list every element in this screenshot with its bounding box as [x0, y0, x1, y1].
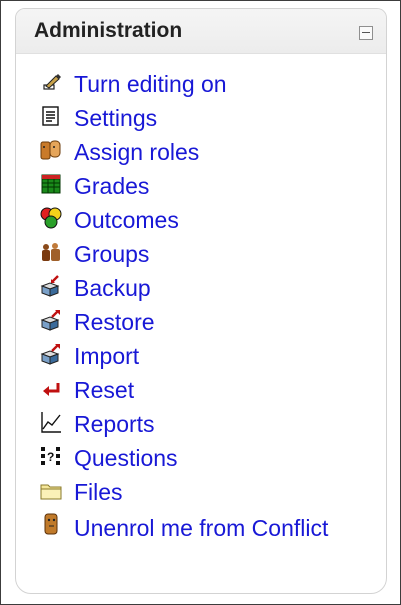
- menu-item-import[interactable]: Import: [16, 339, 386, 373]
- menu-item-backup[interactable]: Backup: [16, 271, 386, 305]
- menu-item-grades[interactable]: Grades: [16, 169, 386, 203]
- unenrol-person-icon: [44, 513, 58, 535]
- administration-block: Administration Turn editing on Settings: [15, 8, 387, 594]
- settings-document-icon: [42, 106, 59, 126]
- menu-item-files[interactable]: Files: [16, 475, 386, 509]
- edit-pencil-icon: [43, 74, 61, 90]
- menu-item-label: Turn editing on: [74, 71, 227, 97]
- reports-graph-icon: [41, 412, 61, 433]
- restore-box-icon: [40, 310, 60, 331]
- menu-item-label: Settings: [74, 105, 158, 131]
- menu-item-turn-editing-on[interactable]: Turn editing on: [16, 67, 386, 101]
- questions-icon: ?: [41, 447, 60, 465]
- import-box-icon: [40, 344, 60, 365]
- menu-item-label: Groups: [74, 241, 150, 267]
- folder-icon: [40, 484, 62, 500]
- menu-item-reset[interactable]: Reset: [16, 373, 386, 407]
- block-header: Administration: [16, 9, 386, 54]
- menu-item-settings[interactable]: Settings: [16, 101, 386, 135]
- assign-roles-icon: [40, 140, 61, 160]
- menu-item-label: Assign roles: [74, 139, 200, 165]
- grades-grid-icon: [41, 174, 61, 194]
- menu-item-outcomes[interactable]: Outcomes: [16, 203, 386, 237]
- backup-box-icon: [40, 275, 60, 297]
- menu-item-reports[interactable]: Reports: [16, 407, 386, 441]
- menu-item-label: Grades: [74, 173, 150, 199]
- menu-item-questions[interactable]: ? Questions: [16, 441, 386, 475]
- menu-item-label: Files: [74, 479, 123, 505]
- svg-text:?: ?: [47, 450, 54, 464]
- menu-item-label: Import: [74, 343, 140, 369]
- menu-item-label: Backup: [74, 275, 151, 301]
- minus-box-icon[interactable]: [359, 26, 373, 40]
- menu-item-label: Questions: [74, 445, 178, 471]
- menu-item-label: Reset: [74, 377, 135, 403]
- outcomes-circles-icon: [40, 207, 62, 229]
- admin-menu: Turn editing on Settings Assign roles Gr…: [16, 67, 386, 585]
- menu-item-label: Restore: [74, 309, 155, 335]
- menu-item-label: Reports: [74, 411, 155, 437]
- block-title: Administration: [34, 19, 183, 42]
- groups-people-icon: [42, 243, 60, 261]
- menu-item-restore[interactable]: Restore: [16, 305, 386, 339]
- menu-item-label: Outcomes: [74, 207, 179, 233]
- menu-item-label: Unenrol me from Conflict: [74, 515, 329, 541]
- menu-item-unenrol[interactable]: Unenrol me from Conflict: [16, 509, 386, 585]
- menu-item-assign-roles[interactable]: Assign roles: [16, 135, 386, 169]
- reset-arrow-icon: [43, 383, 60, 396]
- menu-item-groups[interactable]: Groups: [16, 237, 386, 271]
